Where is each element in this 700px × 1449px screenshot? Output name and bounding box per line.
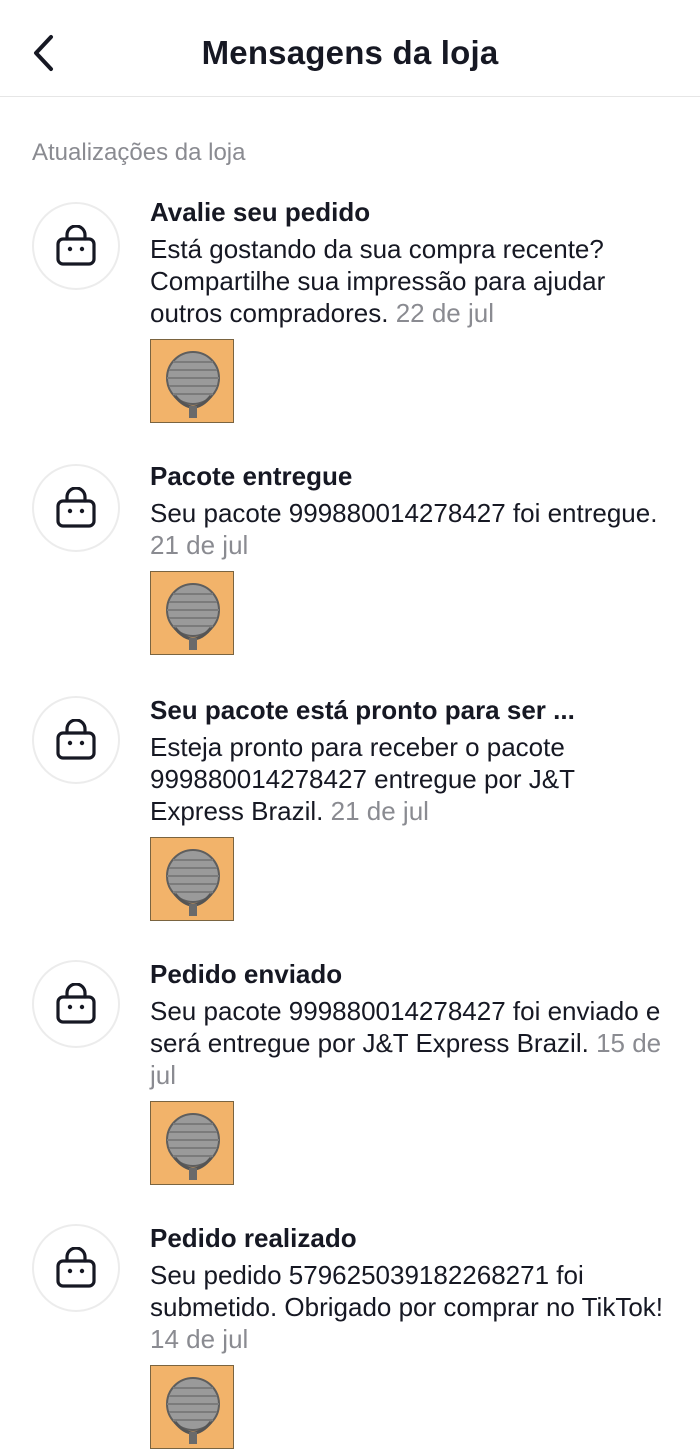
- shopping-bag-icon: [56, 487, 96, 528]
- shop-avatar: [32, 696, 120, 784]
- message-body: Seu pacote 999880014278427 foi enviado e…: [150, 995, 672, 1091]
- shop-avatar: [32, 960, 120, 1048]
- message-date: 21 de jul: [150, 530, 249, 560]
- page-title: Mensagens da loja: [201, 34, 499, 71]
- message-title: Pacote entregue: [150, 461, 353, 491]
- message-date: 22 de jul: [395, 298, 494, 328]
- message-title: Avalie seu pedido: [150, 197, 371, 227]
- shop-avatar: [32, 464, 120, 552]
- shop-avatar: [32, 1224, 120, 1312]
- message-content: Avalie seu pedido Está gostando da sua c…: [150, 196, 672, 423]
- shop-avatar: [32, 202, 120, 290]
- message-body: Seu pacote 999880014278427 foi entregue.…: [150, 497, 672, 561]
- product-thumbnail[interactable]: [150, 1365, 234, 1449]
- message-text: Seu pacote 999880014278427 foi entregue.: [150, 498, 658, 528]
- message-date: 21 de jul: [330, 796, 429, 826]
- message-content: Pedido realizado Seu pedido 579625039182…: [150, 1222, 672, 1449]
- message-body: Seu pedido 579625039182268271 foi submet…: [150, 1259, 672, 1355]
- shopping-bag-icon: [56, 1247, 96, 1288]
- shopping-bag-icon: [56, 225, 96, 266]
- message-text: Seu pacote 999880014278427 foi enviado e…: [150, 996, 661, 1058]
- message-title: Seu pacote está pronto para ser ...: [150, 695, 575, 725]
- section-label: Atualizações da loja: [32, 139, 246, 166]
- message-content: Pacote entregue Seu pacote 9998800142784…: [150, 460, 672, 655]
- shopping-bag-icon: [56, 719, 96, 760]
- message-body: Está gostando da sua compra recente? Com…: [150, 233, 672, 329]
- product-thumbnail[interactable]: [150, 571, 234, 655]
- product-thumbnail[interactable]: [150, 339, 234, 423]
- top-bar: Mensagens da loja: [0, 0, 700, 97]
- message-body: Esteja pronto para receber o pacote 9998…: [150, 731, 672, 827]
- message-text: Seu pedido 579625039182268271 foi submet…: [150, 1260, 664, 1322]
- message-content: Seu pacote está pronto para ser ... Este…: [150, 694, 672, 921]
- message-date: 14 de jul: [150, 1324, 249, 1354]
- message-text: Está gostando da sua compra recente? Com…: [150, 234, 606, 328]
- product-thumbnail[interactable]: [150, 837, 234, 921]
- product-thumbnail[interactable]: [150, 1101, 234, 1185]
- message-title: Pedido realizado: [150, 1223, 357, 1253]
- message-title: Pedido enviado: [150, 959, 343, 989]
- message-content: Pedido enviado Seu pacote 99988001427842…: [150, 958, 672, 1185]
- shopping-bag-icon: [56, 983, 96, 1024]
